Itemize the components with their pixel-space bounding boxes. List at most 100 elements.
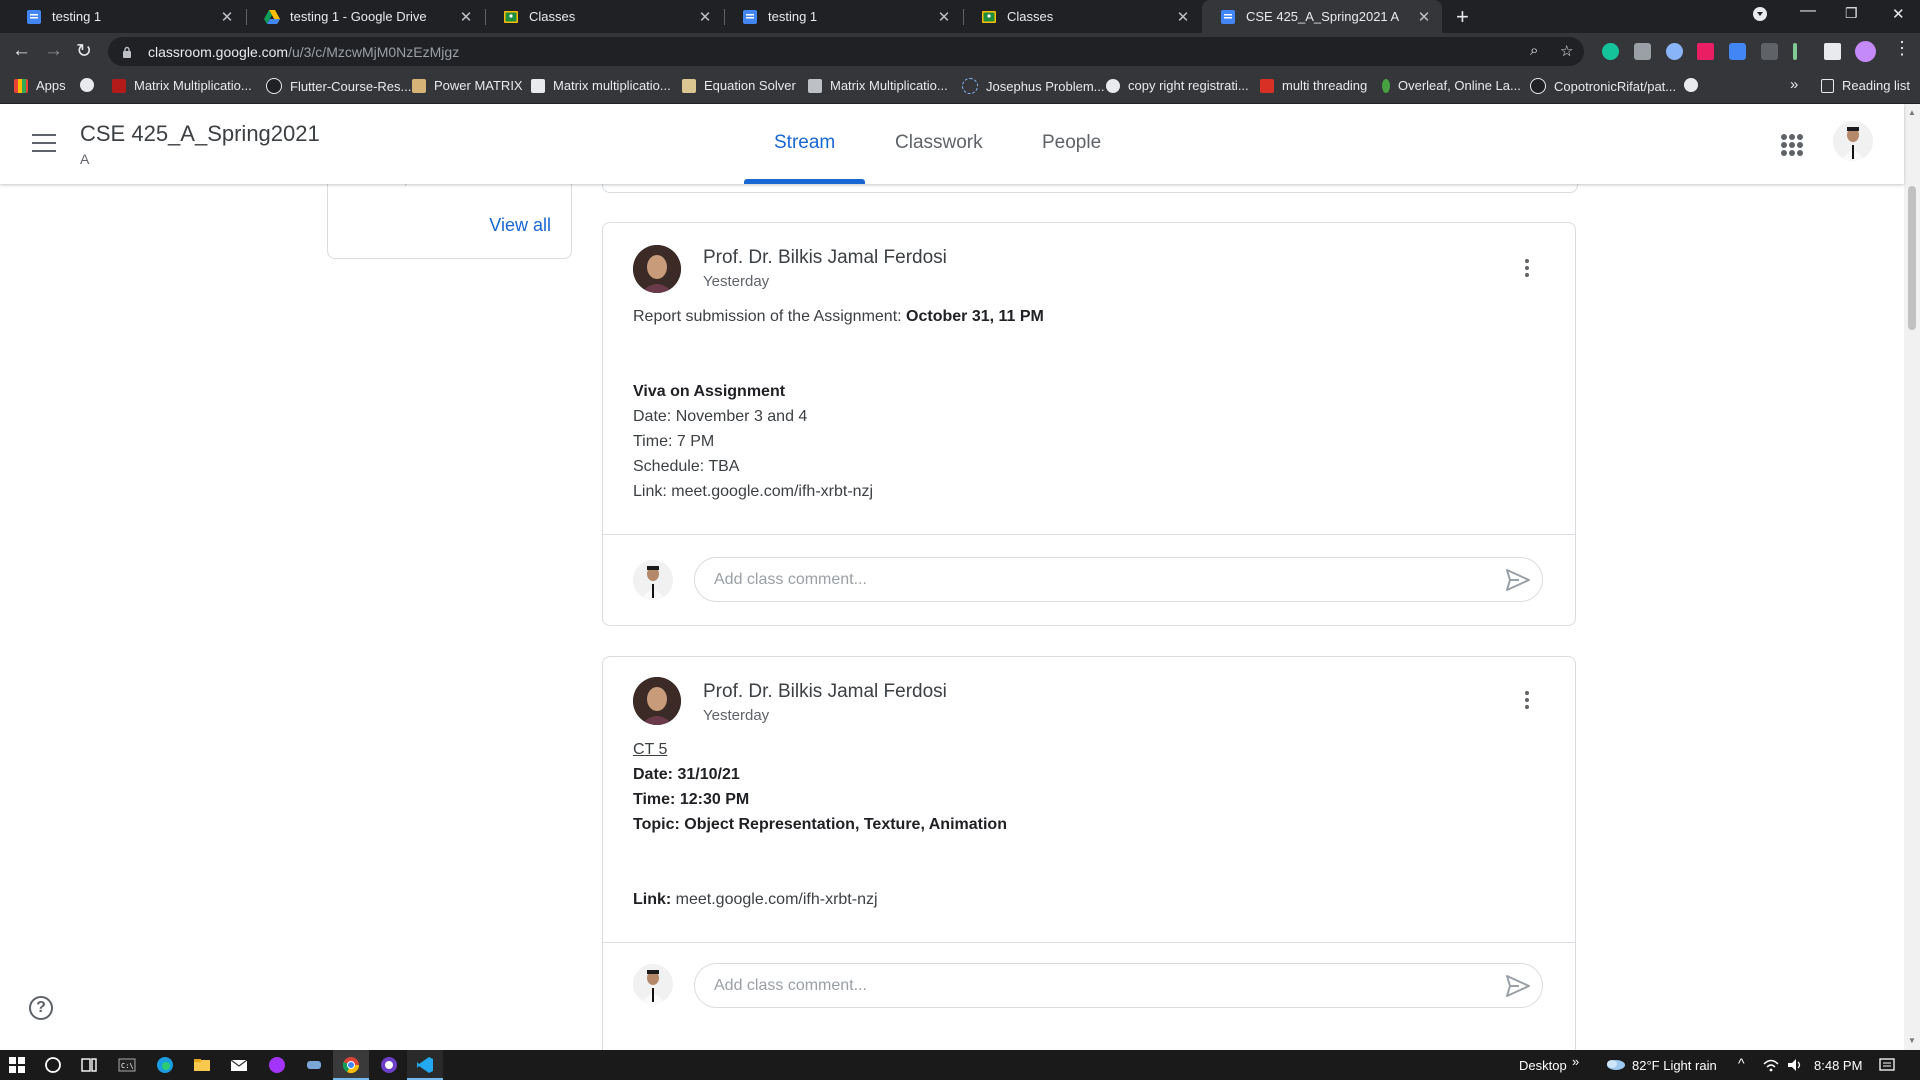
address-bar[interactable]: classroom.google.com/u/3/c/MzcwMjM0NzEzM… [108, 37, 1584, 66]
extension-icon[interactable] [1666, 43, 1683, 60]
desktop-toolbar-label[interactable]: Desktop [1519, 1058, 1567, 1073]
volume-icon[interactable] [1786, 1056, 1804, 1074]
close-tab-icon[interactable]: ✕ [697, 8, 713, 26]
wifi-icon[interactable] [1762, 1056, 1780, 1074]
bookmark-item[interactable]: Apps [14, 78, 66, 93]
task-view-icon[interactable] [80, 1056, 98, 1074]
account-avatar[interactable] [1833, 121, 1873, 161]
play-extension-icon[interactable] [1697, 43, 1714, 60]
extensions-puzzle-icon[interactable] [1824, 43, 1841, 60]
back-arrow-icon[interactable]: ← [12, 40, 31, 62]
close-tab-icon[interactable]: ✕ [936, 8, 952, 26]
system-clock[interactable]: 8:48 PM [1814, 1058, 1862, 1073]
ct-date: Date: 31/10/21 [633, 766, 740, 783]
add-comment-input[interactable] [694, 557, 1543, 602]
tab-people[interactable]: People [1042, 132, 1101, 154]
bookmark-item[interactable]: Matrix Multiplicatio... [112, 78, 252, 93]
browser-tab-active[interactable]: CSE 425_A_Spring2021 A ✕ [1202, 0, 1442, 33]
google-apps-grid-icon[interactable] [1781, 134, 1803, 156]
view-all-link[interactable]: View all [489, 215, 551, 236]
bookmark-item[interactable]: multi threading [1260, 78, 1367, 93]
grammarly-extension-icon[interactable] [1602, 43, 1619, 60]
tab-stream[interactable]: Stream [774, 132, 835, 154]
ct-link-url[interactable]: meet.google.com/ifh-xrbt-nzj [671, 891, 878, 908]
close-tab-icon[interactable]: ✕ [1416, 8, 1432, 26]
new-tab-plus-icon[interactable]: + [1456, 4, 1469, 30]
show-hidden-icons-chevron-icon[interactable]: ^ [1738, 1055, 1745, 1071]
chrome-icon[interactable] [342, 1056, 360, 1074]
vscode-icon[interactable] [416, 1056, 434, 1074]
forward-arrow-icon[interactable]: → [44, 40, 63, 62]
mail-icon[interactable] [230, 1056, 248, 1074]
close-window-icon[interactable]: ✕ [1892, 5, 1905, 23]
windows-start-icon[interactable] [8, 1056, 26, 1074]
browser-tab[interactable]: testing 1 ✕ [724, 0, 962, 33]
zoom-search-icon[interactable]: ⌕ [1530, 42, 1538, 59]
file-explorer-icon[interactable] [193, 1056, 211, 1074]
post-more-options-icon[interactable] [1525, 259, 1530, 280]
scroll-up-arrow-icon[interactable]: ▲ [1908, 108, 1916, 117]
browser-tab[interactable]: Classes ✕ [485, 0, 723, 33]
main-menu-hamburger-icon[interactable] [32, 134, 56, 152]
desktop-toolbar-chevron-icon[interactable]: » [1572, 1054, 1579, 1069]
terminal-icon[interactable]: C:\ [118, 1056, 136, 1074]
bookmark-label: Flutter-Course-Res... [290, 78, 412, 94]
reload-icon[interactable]: ↻ [76, 40, 92, 63]
bookmark-item[interactable] [1684, 78, 1706, 92]
restore-window-icon[interactable]: ❐ [1845, 5, 1858, 22]
bookmark-star-icon[interactable]: ☆ [1560, 42, 1573, 60]
close-tab-icon[interactable]: ✕ [458, 8, 474, 26]
download-extension-icon[interactable] [1729, 43, 1746, 60]
browser-tab[interactable]: testing 1 - Google Drive ✕ [246, 0, 484, 33]
profile-menu-icon[interactable] [1752, 6, 1768, 27]
more-bookmarks-chevron-icon[interactable]: » [1790, 76, 1798, 93]
bookmark-label: Overleaf, Online La... [1398, 78, 1521, 93]
send-comment-icon[interactable] [1505, 974, 1531, 998]
bookmark-site-icon [962, 78, 978, 94]
game-app-icon[interactable] [305, 1056, 323, 1074]
edge-browser-icon[interactable] [156, 1056, 174, 1074]
bookmark-item[interactable] [80, 78, 102, 92]
post-author: Prof. Dr. Bilkis Jamal Ferdosi [703, 681, 947, 702]
messenger-icon[interactable] [268, 1056, 286, 1074]
tab-classwork[interactable]: Classwork [895, 132, 983, 154]
post-more-options-icon[interactable] [1525, 691, 1530, 712]
course-title[interactable]: CSE 425_A_Spring2021 [80, 121, 320, 147]
bookmark-item[interactable]: Power MATRIX [412, 78, 523, 93]
help-question-icon[interactable]: ? [29, 996, 53, 1020]
send-comment-icon[interactable] [1505, 568, 1531, 592]
weather-rain-cloud-icon[interactable] [1604, 1056, 1626, 1074]
viva-link[interactable]: Link: meet.google.com/ifh-xrbt-nzj [633, 483, 873, 501]
minimize-window-icon[interactable]: — [1800, 2, 1816, 20]
github-desktop-icon[interactable] [380, 1056, 398, 1074]
camera-extension-icon[interactable] [1634, 43, 1651, 60]
notifications-icon[interactable] [1878, 1056, 1896, 1074]
weather-text[interactable]: 82°F Light rain [1632, 1058, 1717, 1073]
author-avatar [633, 677, 681, 725]
search-circle-icon[interactable] [44, 1056, 62, 1074]
bookmark-item[interactable]: Matrix multiplicatio... [531, 78, 671, 93]
reading-list-button[interactable]: Reading list [1821, 78, 1910, 93]
bookmark-item[interactable]: Overleaf, Online La... [1382, 78, 1521, 93]
ct-link-line[interactable]: Link: meet.google.com/ifh-xrbt-nzj [633, 891, 878, 909]
browser-tab[interactable]: Classes ✕ [963, 0, 1201, 33]
profile-avatar-icon[interactable] [1855, 41, 1876, 62]
bookmark-item[interactable]: Matrix Multiplicatio... [808, 78, 948, 93]
bookmark-item[interactable]: Josephus Problem... [962, 78, 1105, 94]
tab-title: testing 1 - Google Drive [290, 9, 427, 24]
chrome-menu-icon[interactable]: ⋮ [1893, 38, 1911, 59]
pen-extension-icon[interactable] [1793, 43, 1797, 60]
bookmark-label: Apps [36, 78, 66, 93]
bookmark-item[interactable]: Flutter-Course-Res... [266, 78, 411, 94]
bookmark-item[interactable]: copy right registrati... [1106, 78, 1249, 93]
scrollbar-thumb[interactable] [1908, 186, 1916, 330]
close-tab-icon[interactable]: ✕ [1175, 8, 1191, 26]
page-scrollbar[interactable]: ▲ ▼ [1904, 104, 1920, 1050]
bookmark-item[interactable]: Equation Solver [682, 78, 796, 93]
browser-tab[interactable]: testing 1 ✕ [8, 0, 245, 33]
bookmark-item[interactable]: CopotronicRifat/pat... [1530, 78, 1676, 94]
add-comment-input[interactable] [694, 963, 1543, 1008]
close-tab-icon[interactable]: ✕ [219, 8, 235, 26]
screen-extension-icon[interactable] [1761, 43, 1778, 60]
scroll-down-arrow-icon[interactable]: ▼ [1908, 1036, 1916, 1045]
